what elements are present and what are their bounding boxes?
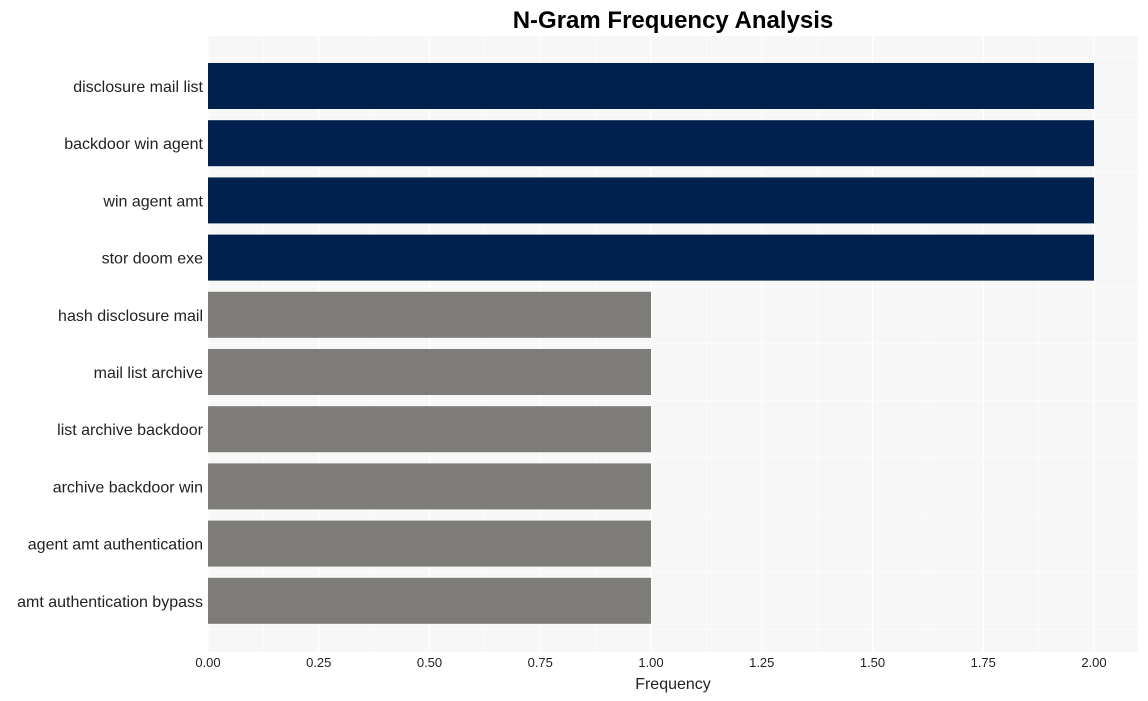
chart-title: N-Gram Frequency Analysis xyxy=(513,7,834,34)
y-tick-label: disclosure mail list xyxy=(73,79,203,96)
x-tick-label: 1.00 xyxy=(638,655,663,670)
bar-mail-list-archive xyxy=(208,349,651,395)
bar-stor-doom-exe xyxy=(208,234,1094,281)
x-tick-label: 1.75 xyxy=(971,655,996,670)
bar-agent-amt-authentication xyxy=(208,520,651,567)
bar-backdoor-win-agent xyxy=(208,120,1094,167)
x-tick-label: 1.50 xyxy=(860,655,885,670)
x-tick-label: 1.25 xyxy=(749,655,774,670)
x-axis-label: Frequency xyxy=(635,676,711,693)
x-tick-label: 0.25 xyxy=(306,655,331,670)
ngram-bar-chart: disclosure mail list backdoor win agent wi… xyxy=(17,7,1138,693)
y-tick-label: backdoor win agent xyxy=(64,136,203,153)
bar-disclosure-mail-list xyxy=(208,63,1094,109)
bar-list-archive-backdoor xyxy=(208,406,651,453)
y-axis-labels: disclosure mail list backdoor win agent wi… xyxy=(17,79,204,611)
bar-hash-disclosure-mail xyxy=(208,291,651,338)
bar-amt-authentication-bypass xyxy=(208,577,651,624)
bar-win-agent-amt xyxy=(208,177,1094,224)
y-tick-label: stor doom exe xyxy=(102,251,203,268)
x-tick-label: 0.00 xyxy=(195,655,220,670)
bar-archive-backdoor-win xyxy=(208,463,651,510)
y-tick-label: archive backdoor win xyxy=(53,479,203,496)
y-tick-label: list archive backdoor xyxy=(57,422,204,439)
x-tick-label: 2.00 xyxy=(1081,655,1106,670)
y-tick-label: mail list archive xyxy=(94,365,203,382)
y-tick-label: win agent amt xyxy=(102,193,203,210)
x-tick-label: 0.75 xyxy=(528,655,553,670)
y-tick-label: agent amt authentication xyxy=(28,537,203,554)
y-tick-label: hash disclosure mail xyxy=(58,308,203,325)
x-tick-label: 0.50 xyxy=(417,655,442,670)
x-axis-ticks: 0.00 0.25 0.50 0.75 1.00 1.25 1.50 1.75 2.00 xyxy=(195,655,1106,670)
y-tick-label: amt authentication bypass xyxy=(17,594,203,611)
